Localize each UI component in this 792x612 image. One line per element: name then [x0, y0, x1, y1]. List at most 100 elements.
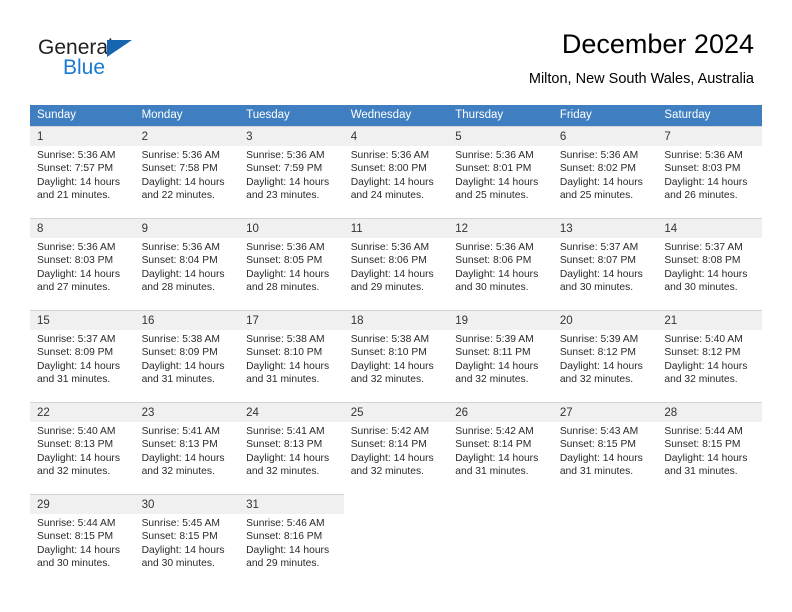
day-sunset-text: Sunset: 8:10 PM	[350, 347, 427, 359]
day-sunrise-text: Sunrise: 5:46 AM	[246, 518, 325, 529]
day-number[interactable]: 8	[30, 218, 135, 238]
day-sunrise-text: Sunrise: 5:36 AM	[37, 242, 116, 253]
day-daylight-text: Daylight: 14 hours	[141, 452, 225, 464]
day-sunrise-text: Sunrise: 5:40 AM	[37, 426, 116, 437]
day-daylight-text: and 27 minutes.	[37, 282, 111, 294]
day-detail-cell[interactable]: Sunrise: 5:42 AM Sunset: 8:14 PM Daylight:…	[448, 422, 553, 485]
weekday-header-monday: Monday	[134, 105, 240, 127]
day-number[interactable]: 4	[343, 126, 449, 146]
day-number[interactable]: 19	[448, 310, 553, 330]
day-detail-cell[interactable]: Sunrise: 5:37 AM Sunset: 8:07 PM Daylight:…	[552, 238, 658, 301]
day-detail-cell[interactable]: Sunrise: 5:36 AM Sunset: 7:57 PM Daylight:…	[30, 146, 135, 209]
day-number[interactable]: 24	[239, 402, 344, 422]
calendar-week-details: Sunrise: 5:40 AM Sunset: 8:13 PM Daylight:…	[30, 422, 762, 485]
day-detail-cell[interactable]: Sunrise: 5:36 AM Sunset: 8:04 PM Daylight:…	[134, 238, 240, 301]
day-detail-cell[interactable]: Sunrise: 5:43 AM Sunset: 8:15 PM Daylight:…	[552, 422, 658, 485]
day-number[interactable]: 5	[448, 126, 553, 146]
day-daylight-text: and 28 minutes.	[246, 282, 320, 294]
day-number[interactable]: 27	[552, 402, 658, 422]
day-detail-cell[interactable]: Sunrise: 5:38 AM Sunset: 8:10 PM Daylight:…	[343, 330, 449, 393]
weekday-header-saturday: Saturday	[657, 105, 762, 127]
day-sunset-text: Sunset: 8:13 PM	[246, 439, 323, 451]
day-number[interactable]: 10	[239, 218, 344, 238]
day-detail-cell[interactable]: Sunrise: 5:36 AM Sunset: 8:02 PM Daylight:…	[552, 146, 658, 209]
day-number[interactable]: 3	[239, 126, 344, 146]
day-number[interactable]: 9	[134, 218, 240, 238]
day-daylight-text: and 26 minutes.	[664, 190, 738, 202]
day-number[interactable]: 28	[657, 402, 762, 422]
weekday-header-tuesday: Tuesday	[239, 105, 344, 127]
day-number[interactable]: 14	[657, 218, 762, 238]
day-number[interactable]: 17	[239, 310, 344, 330]
day-sunrise-text: Sunrise: 5:41 AM	[141, 426, 220, 437]
day-detail-cell[interactable]: Sunrise: 5:40 AM Sunset: 8:12 PM Daylight:…	[657, 330, 762, 393]
day-detail-cell[interactable]: Sunrise: 5:37 AM Sunset: 8:09 PM Daylight:…	[30, 330, 135, 393]
day-sunset-text: Sunset: 8:02 PM	[559, 163, 636, 175]
day-detail-cell[interactable]: Sunrise: 5:45 AM Sunset: 8:15 PM Daylight:…	[134, 514, 240, 577]
day-detail-cell[interactable]: Sunrise: 5:36 AM Sunset: 7:59 PM Daylight:…	[239, 146, 344, 209]
day-sunrise-text: Sunrise: 5:39 AM	[455, 334, 534, 345]
day-detail-cell[interactable]: Sunrise: 5:36 AM Sunset: 8:03 PM Daylight:…	[30, 238, 135, 301]
day-detail-cell[interactable]: Sunrise: 5:46 AM Sunset: 8:16 PM Daylight:…	[239, 514, 344, 577]
day-detail-cell[interactable]: Sunrise: 5:44 AM Sunset: 8:15 PM Daylight:…	[30, 514, 135, 577]
day-number[interactable]: 20	[552, 310, 658, 330]
day-sunset-text: Sunset: 7:57 PM	[37, 163, 114, 175]
day-number[interactable]: 12	[448, 218, 553, 238]
day-daylight-text: and 30 minutes.	[455, 282, 529, 294]
day-sunrise-text: Sunrise: 5:37 AM	[37, 334, 116, 345]
day-number[interactable]: 2	[134, 126, 240, 146]
day-sunset-text: Sunset: 8:15 PM	[141, 531, 218, 543]
day-sunset-text: Sunset: 8:14 PM	[455, 439, 532, 451]
day-detail-cell[interactable]: Sunrise: 5:36 AM Sunset: 8:05 PM Daylight:…	[239, 238, 344, 301]
day-daylight-text: and 22 minutes.	[141, 190, 215, 202]
day-detail-cell[interactable]: Sunrise: 5:39 AM Sunset: 8:11 PM Daylight:…	[448, 330, 553, 393]
day-detail-cell[interactable]: Sunrise: 5:38 AM Sunset: 8:10 PM Daylight:…	[239, 330, 344, 393]
day-detail-cell[interactable]: Sunrise: 5:41 AM Sunset: 8:13 PM Daylight:…	[134, 422, 240, 485]
day-detail-cell[interactable]: Sunrise: 5:39 AM Sunset: 8:12 PM Daylight:…	[552, 330, 658, 393]
day-number[interactable]: 23	[134, 402, 240, 422]
day-sunrise-text: Sunrise: 5:36 AM	[246, 242, 325, 253]
day-daylight-text: Daylight: 14 hours	[559, 268, 643, 280]
day-number[interactable]: 22	[30, 402, 135, 422]
day-detail-cell[interactable]: Sunrise: 5:40 AM Sunset: 8:13 PM Daylight:…	[30, 422, 135, 485]
day-detail-cell[interactable]: Sunrise: 5:36 AM Sunset: 8:00 PM Daylight:…	[343, 146, 449, 209]
day-number[interactable]: 6	[552, 126, 658, 146]
day-number[interactable]: 26	[448, 402, 553, 422]
day-number[interactable]: 21	[657, 310, 762, 330]
day-detail-cell[interactable]: Sunrise: 5:41 AM Sunset: 8:13 PM Daylight:…	[239, 422, 344, 485]
day-detail-cell[interactable]: Sunrise: 5:36 AM Sunset: 7:58 PM Daylight:…	[134, 146, 240, 209]
week-spacer	[30, 301, 762, 311]
day-sunset-text: Sunset: 8:05 PM	[246, 255, 323, 267]
day-daylight-text: Daylight: 14 hours	[141, 360, 225, 372]
day-number[interactable]: 1	[30, 126, 135, 146]
day-number[interactable]: 16	[134, 310, 240, 330]
day-daylight-text: and 28 minutes.	[141, 282, 215, 294]
day-detail-cell[interactable]: Sunrise: 5:36 AM Sunset: 8:01 PM Daylight:…	[448, 146, 553, 209]
day-number[interactable]: 25	[343, 402, 449, 422]
empty-day-cell	[448, 494, 553, 514]
day-detail-cell[interactable]: Sunrise: 5:37 AM Sunset: 8:08 PM Daylight:…	[657, 238, 762, 301]
day-detail-cell[interactable]: Sunrise: 5:38 AM Sunset: 8:09 PM Daylight:…	[134, 330, 240, 393]
empty-detail-cell	[448, 514, 553, 577]
day-number[interactable]: 13	[552, 218, 658, 238]
day-sunset-text: Sunset: 8:12 PM	[559, 347, 636, 359]
day-detail-cell[interactable]: Sunrise: 5:36 AM Sunset: 8:06 PM Daylight:…	[343, 238, 449, 301]
day-number[interactable]: 31	[239, 494, 344, 514]
day-number[interactable]: 11	[343, 218, 449, 238]
day-sunrise-text: Sunrise: 5:42 AM	[350, 426, 430, 437]
day-number[interactable]: 7	[657, 126, 762, 146]
week-spacer-cell	[30, 209, 762, 219]
day-number[interactable]: 18	[343, 310, 449, 330]
day-sunset-text: Sunset: 8:08 PM	[664, 255, 741, 267]
day-detail-cell[interactable]: Sunrise: 5:42 AM Sunset: 8:14 PM Daylight:…	[343, 422, 449, 485]
general-blue-logo[interactable]: General Blue	[38, 37, 238, 87]
day-number[interactable]: 15	[30, 310, 135, 330]
day-number[interactable]: 29	[30, 494, 135, 514]
day-sunrise-text: Sunrise: 5:36 AM	[350, 242, 430, 253]
day-daylight-text: Daylight: 14 hours	[455, 176, 539, 188]
day-detail-cell[interactable]: Sunrise: 5:36 AM Sunset: 8:03 PM Daylight:…	[657, 146, 762, 209]
day-detail-cell[interactable]: Sunrise: 5:44 AM Sunset: 8:15 PM Daylight:…	[657, 422, 762, 485]
day-number[interactable]: 30	[134, 494, 240, 514]
day-detail-cell[interactable]: Sunrise: 5:36 AM Sunset: 8:06 PM Daylight:…	[448, 238, 553, 301]
week-spacer	[30, 393, 762, 403]
